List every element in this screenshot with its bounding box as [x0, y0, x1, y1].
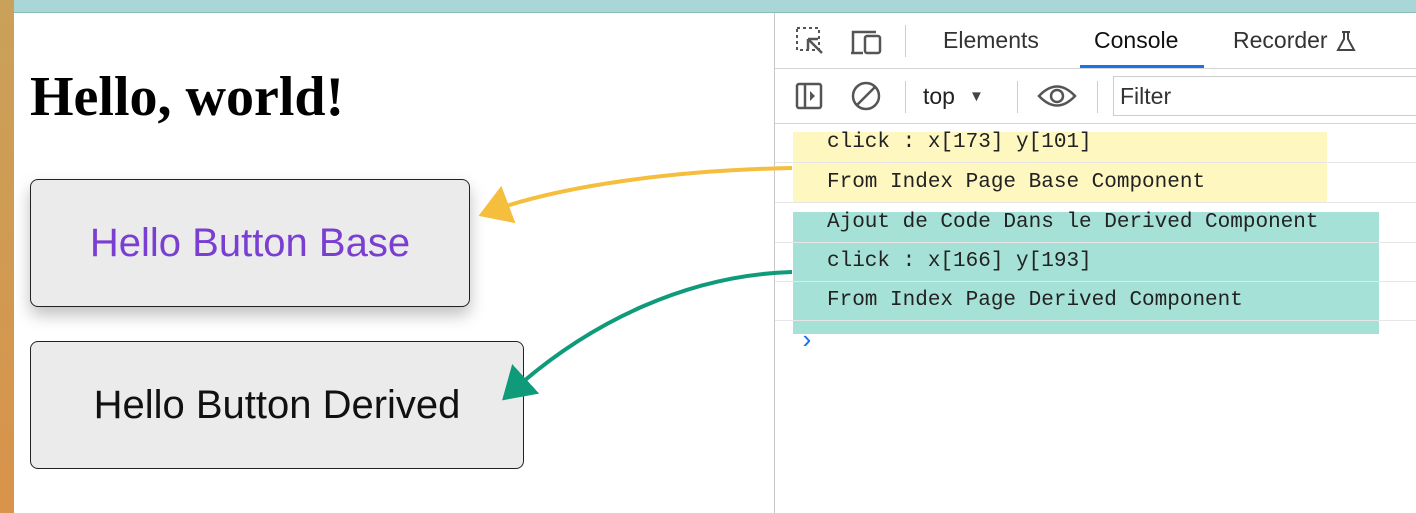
context-label: top	[923, 82, 955, 109]
tab-recorder-label: Recorder	[1233, 27, 1328, 53]
tab-elements[interactable]: Elements	[943, 13, 1039, 68]
console-message: From Index Page Derived Component	[775, 282, 1416, 321]
context-selector[interactable]: top ▼	[923, 69, 984, 123]
sidebar-toggle-icon[interactable]	[793, 69, 825, 123]
live-expression-eye-icon[interactable]	[1035, 69, 1079, 123]
toolbar-divider	[905, 81, 906, 113]
toolbar-divider	[1017, 81, 1018, 113]
console-message: click : x[173] y[101]	[775, 124, 1416, 163]
toolbar-divider	[1097, 81, 1098, 113]
page-heading: Hello, world!	[30, 66, 345, 128]
console-toolbar: top ▼	[775, 69, 1416, 124]
tab-console[interactable]: Console	[1079, 13, 1205, 68]
console-message: click : x[166] y[193]	[775, 243, 1416, 282]
browser-top-bar	[0, 0, 1416, 13]
console-message: From Index Page Base Component	[775, 164, 1416, 203]
devtools-tab-bar: Elements Console Recorder	[775, 13, 1416, 69]
device-toolbar-icon[interactable]	[849, 13, 885, 68]
hello-button-base[interactable]: Hello Button Base	[30, 179, 470, 307]
console-filter-input[interactable]	[1113, 76, 1416, 116]
hello-button-derived[interactable]: Hello Button Derived	[30, 341, 524, 469]
dropdown-triangle-icon: ▼	[968, 87, 984, 105]
toolbar-divider	[905, 25, 906, 57]
devtools-panel: Elements Console Recorder top ▼ click : …	[774, 13, 1416, 513]
console-output: click : x[173] y[101] From Index Page Ba…	[775, 124, 1416, 513]
flask-icon	[1335, 30, 1356, 51]
console-prompt-icon[interactable]: ›	[799, 326, 815, 356]
window-edge	[0, 0, 14, 513]
tab-recorder[interactable]: Recorder	[1233, 13, 1358, 68]
console-message: Ajout de Code Dans le Derived Component	[775, 204, 1416, 243]
clear-console-icon[interactable]	[849, 69, 883, 123]
web-page: Hello, world! Hello Button Base Hello Bu…	[14, 13, 774, 513]
inspect-element-icon[interactable]	[793, 13, 827, 68]
